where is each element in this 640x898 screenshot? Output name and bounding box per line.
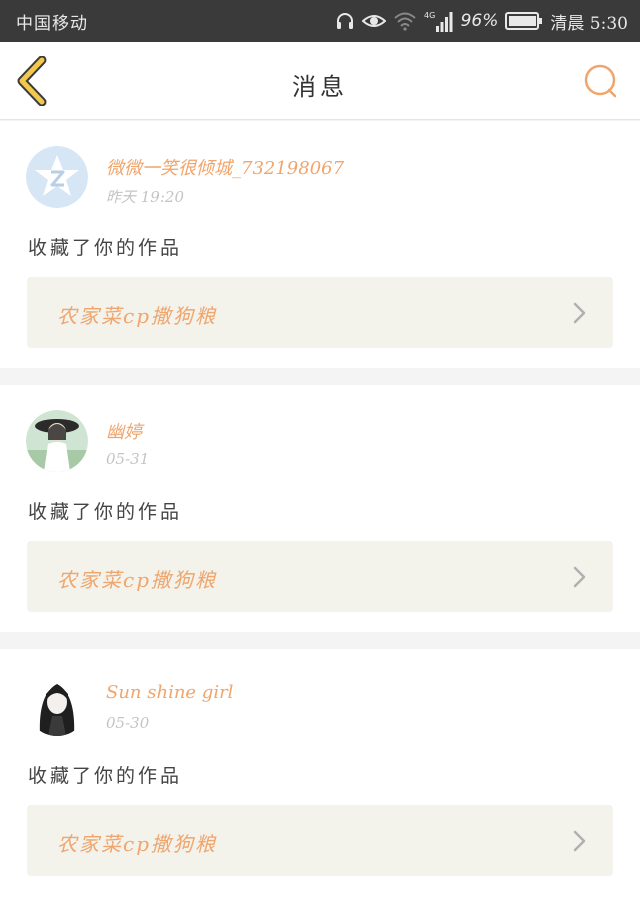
status-time: 清晨 5:30 (550, 13, 628, 34)
work-title: 农家菜cp撒狗粮 (57, 568, 218, 592)
chevron-right-icon (573, 566, 586, 588)
work-link[interactable]: 农家菜cp撒狗粮 (27, 805, 613, 876)
header: 消息 (0, 42, 640, 120)
action-text: 收藏了你的作品 (28, 501, 183, 523)
wifi-icon (393, 11, 417, 31)
message-card: Sun shine girl 05-30 收藏了你的作品 农家菜cp撒狗粮 (0, 649, 640, 898)
username[interactable]: 幽婷 (106, 418, 142, 444)
search-icon (584, 64, 617, 98)
action-text: 收藏了你的作品 (28, 237, 183, 259)
username[interactable]: 微微一笑很倾城_732198067 (106, 154, 344, 180)
carrier-name: 中国移动 (16, 14, 88, 34)
avatar[interactable] (26, 674, 88, 736)
headphone-icon (335, 11, 355, 31)
avatar[interactable] (26, 146, 88, 208)
username[interactable]: Sun shine girl (106, 682, 233, 703)
work-link[interactable]: 农家菜cp撒狗粮 (27, 277, 613, 348)
status-bar: 中国移动 4G 96% 清晨 5:30 (0, 0, 640, 42)
battery-percent: 96% (460, 11, 499, 31)
work-link[interactable]: 农家菜cp撒狗粮 (27, 541, 613, 612)
search-button[interactable] (582, 62, 620, 100)
battery-icon (505, 12, 543, 30)
chevron-right-icon (573, 302, 586, 324)
message-time: 05-31 (106, 450, 150, 468)
message-card: 微微一笑很倾城_732198067 昨天 19:20 收藏了你的作品 农家菜cp… (0, 121, 640, 368)
work-title: 农家菜cp撒狗粮 (57, 832, 218, 856)
network-type-label: 4G (424, 11, 435, 20)
message-list: 微微一笑很倾城_732198067 昨天 19:20 收藏了你的作品 农家菜cp… (0, 121, 640, 898)
message-time: 昨天 19:20 (106, 188, 184, 206)
status-icons: 4G 96% 清晨 5:30 (335, 8, 628, 34)
eye-icon (361, 11, 386, 31)
message-card: 幽婷 05-31 收藏了你的作品 农家菜cp撒狗粮 (0, 385, 640, 632)
signal-icon: 4G (424, 10, 454, 32)
page-title: 消息 (292, 73, 348, 101)
message-time: 05-30 (106, 714, 150, 732)
action-text: 收藏了你的作品 (28, 765, 183, 787)
chevron-right-icon (573, 830, 586, 852)
avatar[interactable] (26, 410, 88, 472)
work-title: 农家菜cp撒狗粮 (57, 304, 218, 328)
